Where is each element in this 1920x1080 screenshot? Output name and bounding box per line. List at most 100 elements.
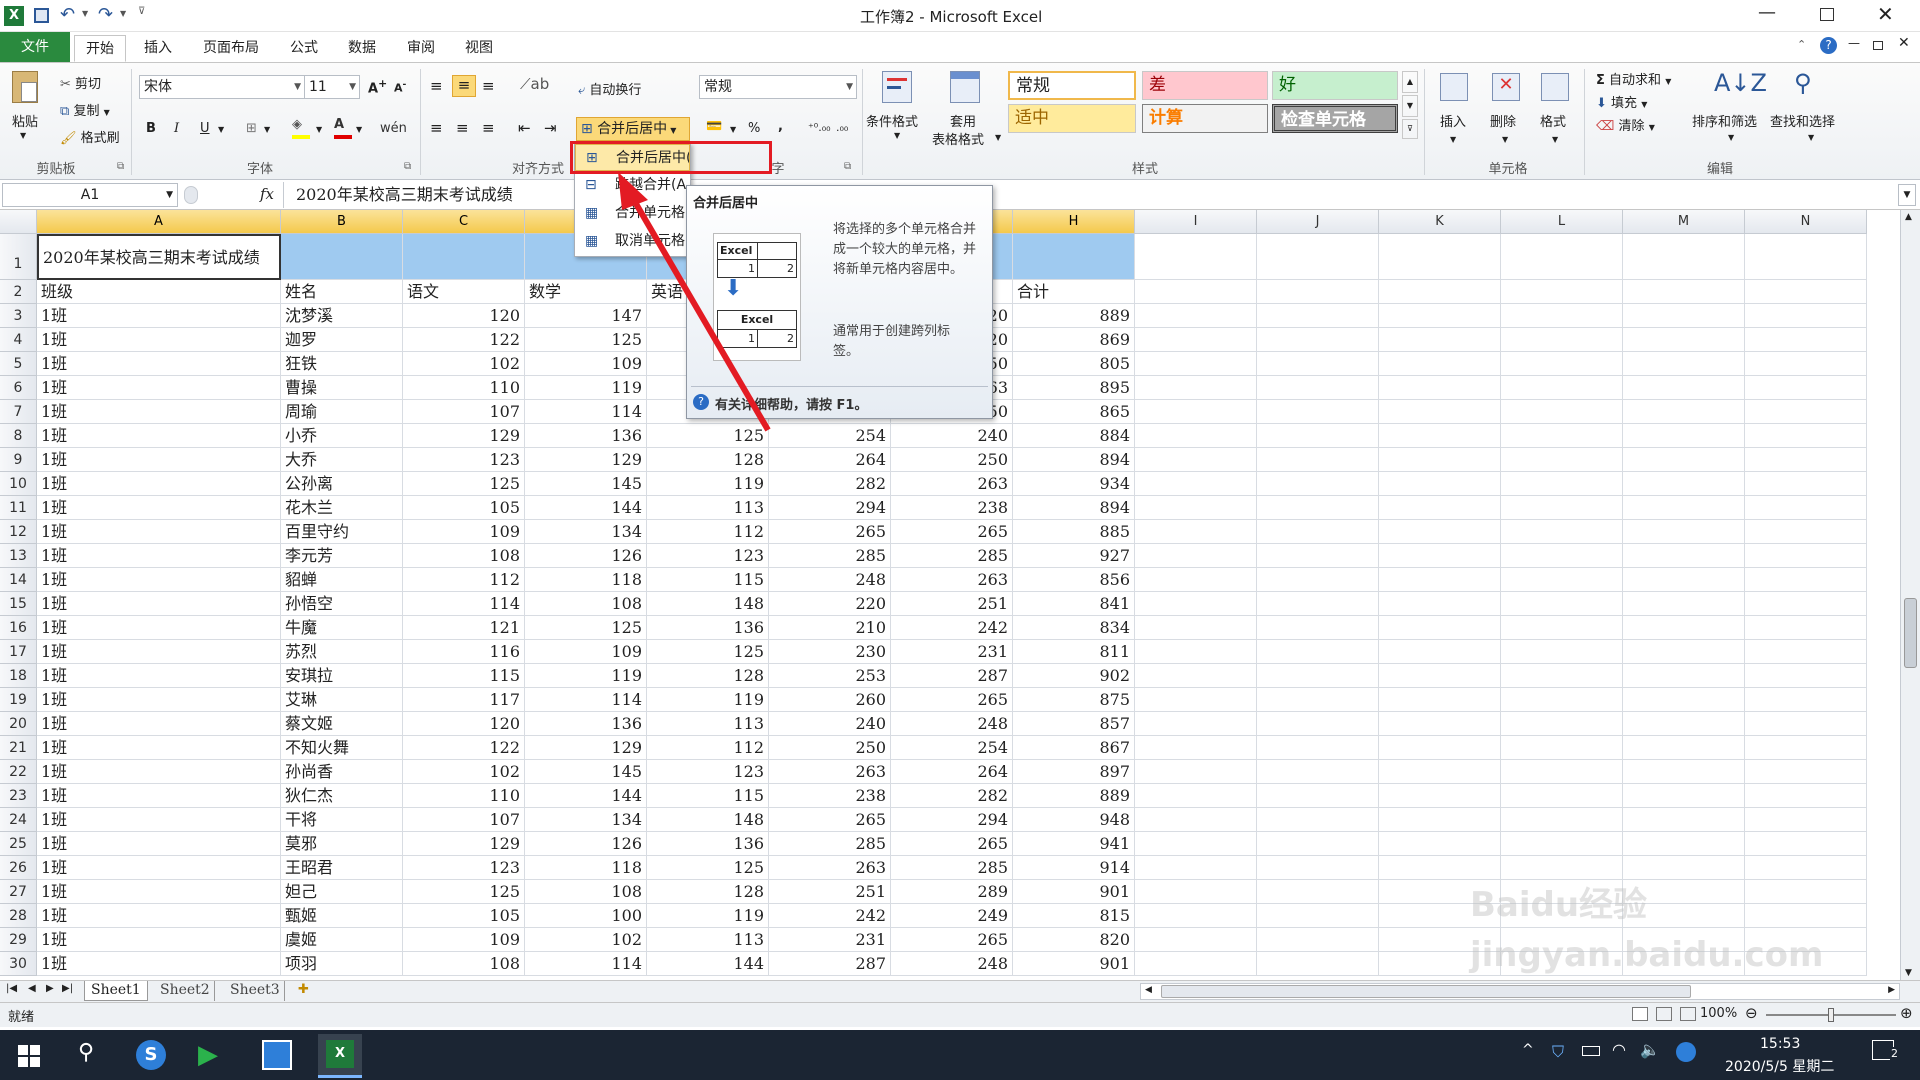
scroll-thumb[interactable] — [1904, 598, 1917, 668]
row-header[interactable]: 16 — [0, 616, 37, 640]
cell[interactable]: 121 — [403, 616, 525, 640]
cell[interactable]: 122 — [403, 328, 525, 352]
row-header[interactable]: 23 — [0, 784, 37, 808]
cell[interactable] — [1135, 616, 1257, 640]
cell[interactable]: 110 — [403, 376, 525, 400]
cell[interactable] — [1257, 376, 1379, 400]
cell[interactable]: 牛魔 — [281, 616, 403, 640]
cell[interactable]: 1班 — [37, 904, 281, 928]
align-top-icon[interactable]: ≡ — [430, 77, 443, 95]
sheet-tab-2[interactable]: Sheet2 — [156, 981, 215, 1001]
cell[interactable] — [1135, 808, 1257, 832]
row-header[interactable]: 15 — [0, 592, 37, 616]
cell[interactable]: 113 — [647, 712, 769, 736]
cell[interactable] — [1623, 400, 1745, 424]
cell[interactable]: 294 — [891, 808, 1013, 832]
row-header[interactable]: 24 — [0, 808, 37, 832]
cell[interactable] — [1623, 496, 1745, 520]
cell[interactable] — [1257, 616, 1379, 640]
cell[interactable]: 1班 — [37, 784, 281, 808]
tab-home[interactable]: 开始 — [74, 35, 126, 62]
cell[interactable]: 249 — [891, 904, 1013, 928]
cell[interactable] — [1501, 904, 1623, 928]
cell[interactable]: 1班 — [37, 496, 281, 520]
font-color-dropdown-icon[interactable]: ▼ — [356, 125, 362, 134]
cell[interactable] — [1135, 760, 1257, 784]
row-header[interactable]: 29 — [0, 928, 37, 952]
cell[interactable]: 小乔 — [281, 424, 403, 448]
cell[interactable]: 合计 — [1013, 280, 1135, 304]
cell[interactable] — [1623, 760, 1745, 784]
cell[interactable] — [1257, 832, 1379, 856]
insert-dropdown-icon[interactable]: ▼ — [1450, 135, 1456, 144]
zoom-level[interactable]: 100% — [1700, 1006, 1737, 1021]
cell[interactable] — [1135, 352, 1257, 376]
normal-view-icon[interactable] — [1632, 1007, 1648, 1021]
cell[interactable] — [1745, 928, 1867, 952]
cell[interactable]: 875 — [1013, 688, 1135, 712]
cell[interactable]: 895 — [1013, 376, 1135, 400]
ime-tray-icon[interactable] — [1676, 1042, 1696, 1062]
cell[interactable] — [1379, 880, 1501, 904]
cell[interactable] — [1257, 640, 1379, 664]
insert-cells-icon[interactable] — [1440, 73, 1468, 101]
format-cells-button[interactable]: 格式 — [1540, 111, 1566, 130]
cell[interactable] — [1257, 856, 1379, 880]
cell[interactable]: 148 — [647, 808, 769, 832]
scroll-down-icon[interactable]: ▼ — [1905, 968, 1912, 978]
cell[interactable] — [1379, 904, 1501, 928]
find-dropdown-icon[interactable]: ▼ — [1808, 133, 1814, 142]
cell[interactable]: 125 — [647, 856, 769, 880]
row-header[interactable]: 2 — [0, 280, 37, 304]
cell[interactable]: 狂铁 — [281, 352, 403, 376]
cell[interactable]: 108 — [525, 592, 647, 616]
cell[interactable] — [1745, 952, 1867, 976]
cell[interactable] — [1135, 952, 1257, 976]
cell[interactable]: 花木兰 — [281, 496, 403, 520]
prev-sheet-icon[interactable]: ◀ — [28, 983, 36, 994]
cell[interactable] — [1745, 376, 1867, 400]
cell[interactable]: 108 — [525, 880, 647, 904]
cell[interactable] — [1623, 472, 1745, 496]
cell[interactable]: 820 — [1013, 928, 1135, 952]
table-format-dropdown-icon[interactable]: ▼ — [995, 133, 1001, 142]
cell[interactable] — [1257, 400, 1379, 424]
column-header-h[interactable]: H — [1013, 210, 1135, 234]
select-all-corner[interactable] — [0, 210, 37, 234]
next-sheet-icon[interactable]: ▶ — [46, 983, 54, 994]
cell[interactable]: 129 — [525, 448, 647, 472]
cell[interactable]: 108 — [403, 544, 525, 568]
cell[interactable]: 263 — [769, 856, 891, 880]
cell[interactable] — [1135, 304, 1257, 328]
cell[interactable] — [1135, 832, 1257, 856]
cell[interactable] — [1257, 664, 1379, 688]
cell[interactable] — [1257, 496, 1379, 520]
formula-input[interactable]: 2020年某校高三期末考试成绩 — [283, 182, 1897, 208]
cell[interactable] — [1135, 664, 1257, 688]
column-header-j[interactable]: J — [1257, 210, 1379, 234]
cell[interactable]: 1班 — [37, 856, 281, 880]
cell[interactable] — [1745, 856, 1867, 880]
cell[interactable]: 109 — [403, 520, 525, 544]
cell[interactable] — [1501, 856, 1623, 880]
expand-formula-icon[interactable]: ▼ — [1898, 184, 1916, 206]
cell[interactable]: 865 — [1013, 400, 1135, 424]
insert-function-icon[interactable]: fx — [260, 185, 274, 203]
column-header-i[interactable]: I — [1135, 210, 1257, 234]
cell[interactable] — [1501, 664, 1623, 688]
cell[interactable] — [1135, 592, 1257, 616]
sort-filter-icon[interactable]: A↓Z — [1714, 69, 1767, 97]
cell[interactable] — [1135, 568, 1257, 592]
row-header[interactable]: 5 — [0, 352, 37, 376]
cell[interactable]: 1班 — [37, 736, 281, 760]
cell[interactable] — [1135, 904, 1257, 928]
cell[interactable]: 231 — [891, 640, 1013, 664]
cell[interactable] — [1745, 592, 1867, 616]
cell[interactable]: 119 — [647, 688, 769, 712]
cell[interactable] — [1745, 544, 1867, 568]
align-middle-icon[interactable]: ≡ — [452, 75, 476, 97]
cell[interactable] — [1501, 808, 1623, 832]
minimize-icon[interactable]: — — [1758, 2, 1776, 23]
zoom-slider[interactable] — [1766, 1008, 1896, 1022]
row-header[interactable]: 30 — [0, 952, 37, 976]
